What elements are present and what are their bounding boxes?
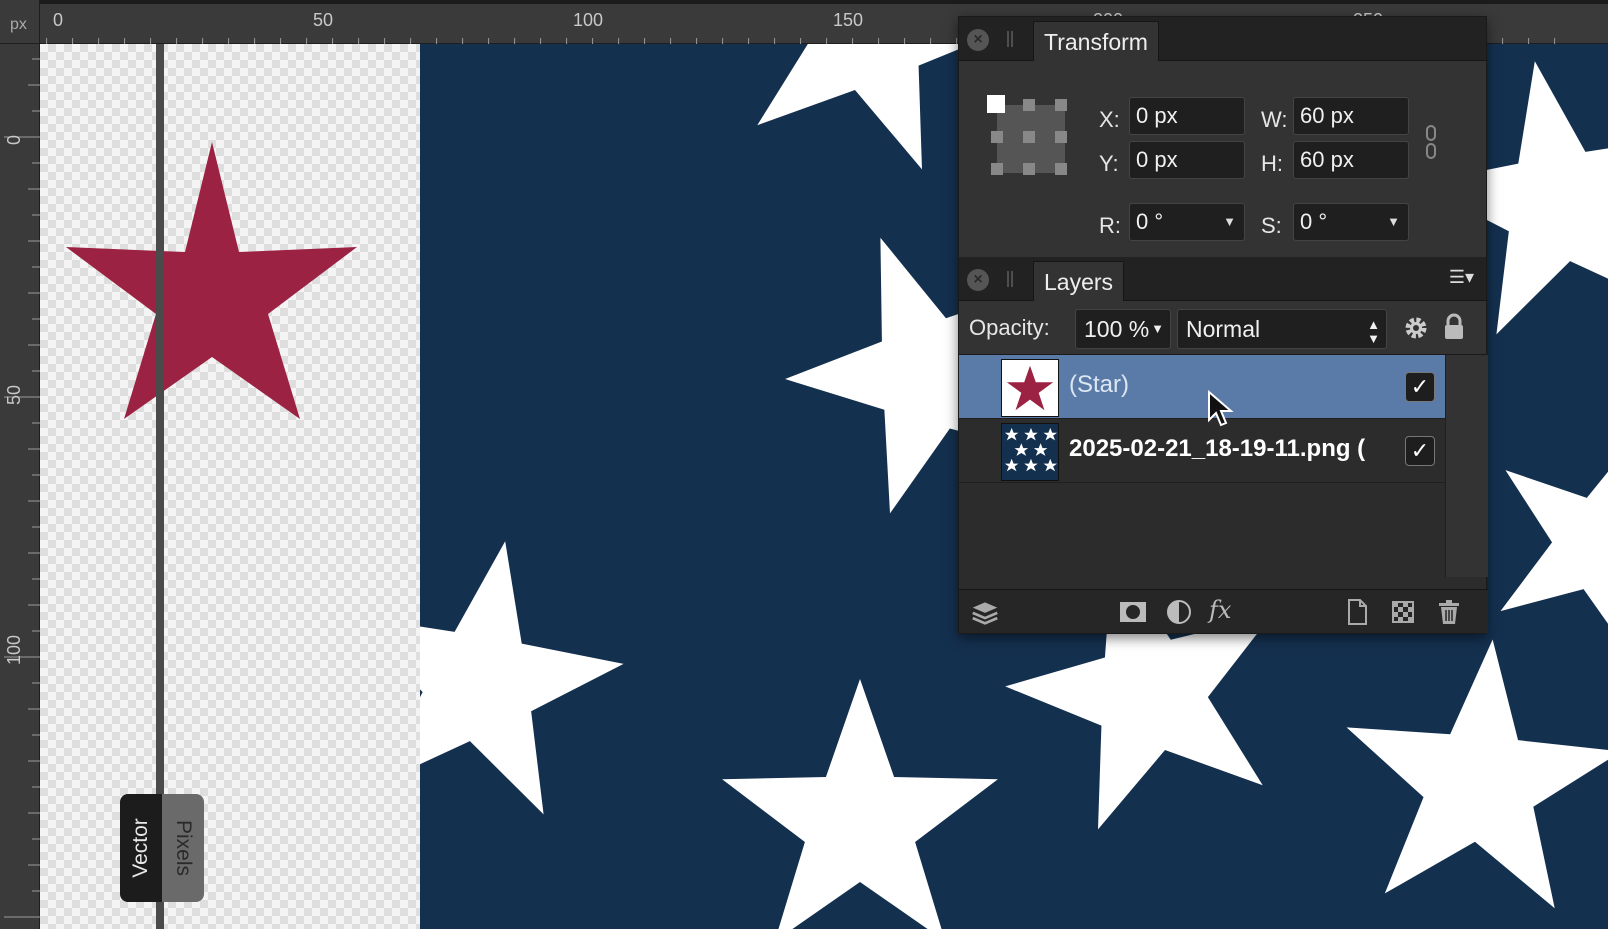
anchor-point-selector[interactable] bbox=[987, 95, 1071, 179]
close-icon[interactable]: × bbox=[967, 269, 989, 291]
stepper-icon: ▲ ▼ bbox=[1367, 317, 1380, 346]
star-fill bbox=[66, 142, 357, 419]
anchor-top-center[interactable] bbox=[1023, 99, 1035, 111]
chevron-down-icon[interactable]: ▼ bbox=[1151, 310, 1164, 348]
drag-handle-icon[interactable] bbox=[1007, 31, 1013, 47]
s-label: S: bbox=[1261, 213, 1282, 238]
ruler-label: 100 bbox=[4, 635, 24, 665]
anchor-top-left[interactable] bbox=[987, 95, 1005, 113]
visibility-checkbox[interactable]: ✓ bbox=[1405, 372, 1435, 402]
ruler-unit-label: px bbox=[10, 16, 27, 33]
fx-icon[interactable]: fx bbox=[1209, 596, 1231, 624]
layer-row-star[interactable]: (Star) ✓ bbox=[959, 355, 1445, 419]
chevron-down-icon[interactable]: ▼ bbox=[1223, 204, 1236, 240]
link-aspect-icon[interactable] bbox=[1425, 125, 1437, 159]
transform-panel: X: 0 px W: 60 px Y: 0 px H: 60 px R: 0 °… bbox=[959, 61, 1486, 257]
vertical-ruler[interactable]: 0 50 100 bbox=[0, 44, 40, 929]
layer-properties-bar: Opacity: 100 % ▼ Normal ▲ ▼ bbox=[959, 301, 1486, 355]
layer-row-png[interactable]: 2025-02-21_18-19-11.png ( ✓ bbox=[959, 419, 1445, 483]
floating-studio-panel: × Transform X: 0 px W: 60 px Y: 0 px H: … bbox=[958, 16, 1488, 634]
vector-mode-button[interactable]: Vector bbox=[120, 794, 162, 902]
red-star-shape[interactable] bbox=[40, 44, 420, 464]
ruler-unit-corner[interactable]: px bbox=[0, 0, 40, 44]
ruler-label: 100 bbox=[573, 10, 603, 30]
vertical-ruler-ticks: 0 50 100 bbox=[4, 58, 40, 918]
flag-star bbox=[323, 517, 641, 824]
layers-tab-bar: × Layers ☰▾ bbox=[959, 257, 1486, 301]
lock-icon[interactable] bbox=[1443, 313, 1465, 341]
ruler-label: 150 bbox=[833, 10, 863, 30]
h-label: H: bbox=[1261, 151, 1283, 176]
chevron-down-icon[interactable]: ▼ bbox=[1387, 204, 1400, 240]
transform-tab-bar: × Transform bbox=[959, 17, 1486, 61]
layers-stack-icon[interactable] bbox=[971, 599, 999, 625]
tab-layers[interactable]: Layers bbox=[1033, 261, 1125, 301]
flag-thumbnail bbox=[1001, 423, 1059, 481]
pixel-layer-icon[interactable] bbox=[1389, 599, 1417, 625]
y-field[interactable]: 0 px bbox=[1129, 141, 1245, 179]
anchor-bottom-center[interactable] bbox=[1023, 163, 1035, 175]
flag-star bbox=[1332, 627, 1608, 913]
rotation-field[interactable]: 0 ° ▼ bbox=[1129, 203, 1245, 241]
anchor-bottom-right[interactable] bbox=[1055, 163, 1067, 175]
x-label: X: bbox=[1099, 107, 1120, 132]
anchor-center[interactable] bbox=[1023, 131, 1035, 143]
mouse-cursor-icon bbox=[1208, 390, 1234, 427]
layers-footer-toolbar: fx bbox=[959, 589, 1488, 633]
adjustment-icon[interactable] bbox=[1165, 599, 1193, 625]
shear-field[interactable]: 0 ° ▼ bbox=[1293, 203, 1409, 241]
anchor-top-right[interactable] bbox=[1055, 99, 1067, 111]
layer-name[interactable]: 2025-02-21_18-19-11.png ( bbox=[1069, 435, 1365, 463]
opacity-field[interactable]: 100 % ▼ bbox=[1075, 309, 1171, 349]
r-label: R: bbox=[1099, 213, 1121, 238]
y-label: Y: bbox=[1099, 151, 1119, 176]
tab-transform[interactable]: Transform bbox=[1033, 21, 1159, 61]
vector-pixels-toggle[interactable]: Vector Pixels bbox=[120, 794, 204, 902]
opacity-label: Opacity: bbox=[969, 315, 1050, 340]
panel-menu-icon[interactable]: ☰▾ bbox=[1449, 267, 1474, 288]
w-field[interactable]: 60 px bbox=[1293, 97, 1409, 135]
blend-mode-select[interactable]: Normal ▲ ▼ bbox=[1177, 309, 1387, 349]
ruler-label: 0 bbox=[53, 10, 63, 30]
mask-icon[interactable] bbox=[1119, 599, 1147, 625]
anchor-middle-right[interactable] bbox=[1055, 131, 1067, 143]
x-field[interactable]: 0 px bbox=[1129, 97, 1245, 135]
h-field[interactable]: 60 px bbox=[1293, 141, 1409, 179]
flag-star bbox=[722, 679, 998, 929]
ruler-label: 0 bbox=[4, 135, 24, 145]
ruler-label: 50 bbox=[313, 10, 333, 30]
gear-icon[interactable] bbox=[1403, 315, 1429, 341]
anchor-middle-left[interactable] bbox=[991, 131, 1003, 143]
trash-icon[interactable] bbox=[1435, 599, 1463, 625]
close-icon[interactable]: × bbox=[967, 29, 989, 51]
star-thumbnail bbox=[1001, 359, 1059, 417]
visibility-checkbox[interactable]: ✓ bbox=[1405, 436, 1435, 466]
pixels-mode-button[interactable]: Pixels bbox=[162, 794, 204, 902]
ruler-label: 50 bbox=[4, 385, 24, 405]
layers-scrollbar[interactable] bbox=[1445, 355, 1488, 577]
w-label: W: bbox=[1261, 107, 1288, 132]
drag-handle-icon[interactable] bbox=[1007, 271, 1013, 287]
anchor-bottom-left[interactable] bbox=[991, 163, 1003, 175]
app-window: px 050100150200250 050100 bbox=[0, 0, 1608, 929]
layers-list: (Star) ✓ 2025-02-21_18-19-11.png (✓ bbox=[959, 355, 1488, 577]
layer-name[interactable]: (Star) bbox=[1069, 371, 1129, 399]
new-layer-icon[interactable] bbox=[1343, 599, 1371, 625]
